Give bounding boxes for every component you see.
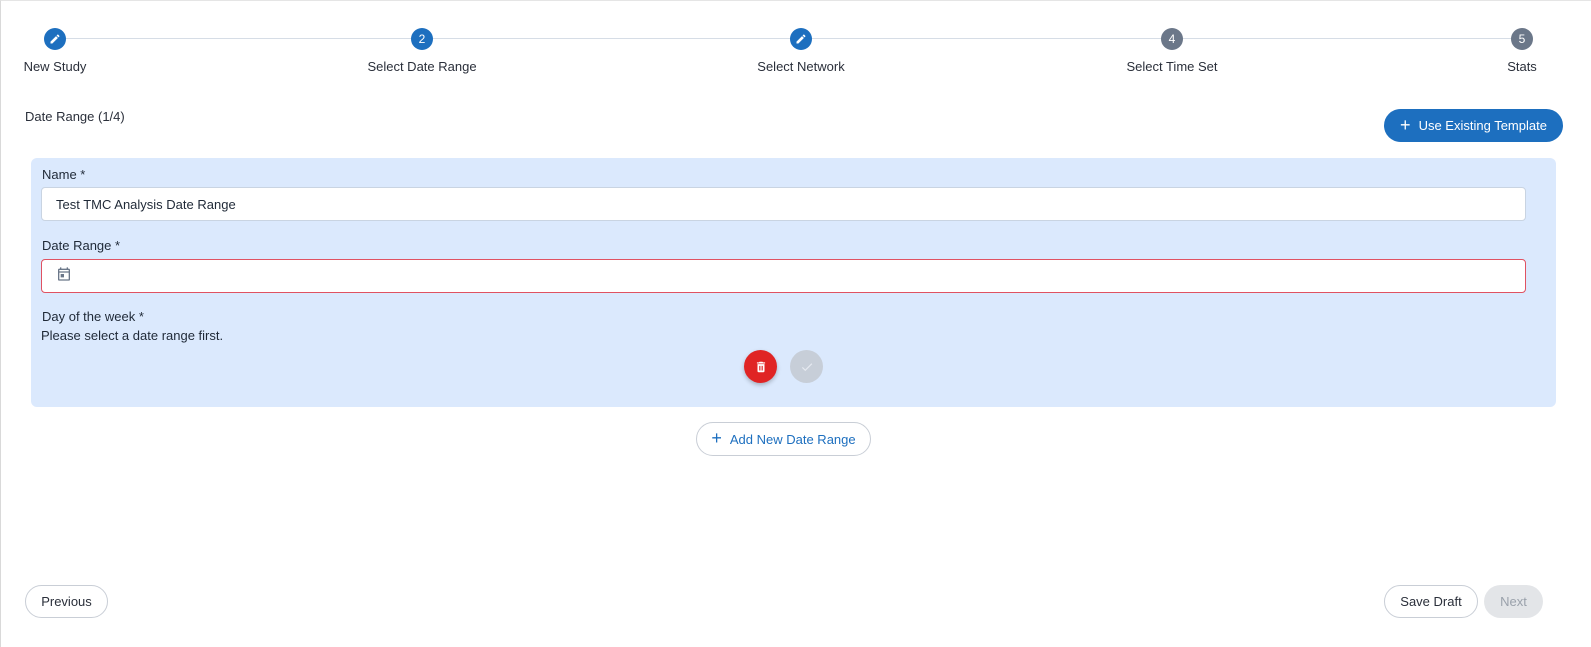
day-of-week-helper: Please select a date range first. (41, 328, 224, 343)
next-button[interactable]: Next (1484, 585, 1543, 618)
pencil-icon (790, 28, 812, 50)
day-of-week-label: Day of the week * (42, 309, 144, 324)
step-new-study[interactable]: New Study (23, 24, 87, 74)
button-label: Use Existing Template (1418, 118, 1547, 133)
pencil-icon (44, 28, 66, 50)
step-label: Select Time Set (1126, 59, 1218, 74)
button-label: Add New Date Range (729, 431, 856, 447)
section-title: Date Range (1/4) (25, 109, 125, 124)
delete-button[interactable] (744, 350, 777, 383)
step-label: Stats (1507, 59, 1537, 74)
trash-icon (756, 361, 765, 372)
step-label: New Study (23, 59, 87, 74)
calendar-icon[interactable] (56, 266, 72, 287)
stepper: New Study 2 Select Date Range Select Net… (0, 24, 1591, 84)
step-number: 2 (411, 28, 433, 50)
save-draft-button[interactable]: Save Draft (1384, 585, 1478, 618)
step-select-network[interactable]: Select Network (756, 24, 846, 74)
step-number: 4 (1161, 28, 1183, 50)
step-stats[interactable]: 5 Stats (1502, 24, 1542, 74)
plus-icon: + (711, 428, 722, 448)
date-range-input[interactable] (41, 259, 1526, 293)
date-range-label: Date Range * (42, 238, 121, 253)
step-label: Select Network (757, 59, 845, 74)
plus-icon: + (1400, 114, 1411, 135)
confirm-button[interactable] (790, 350, 823, 383)
step-select-date-range[interactable]: 2 Select Date Range (366, 24, 478, 74)
use-existing-template-button[interactable]: + Use Existing Template (1384, 109, 1563, 142)
previous-button[interactable]: Previous (25, 585, 108, 618)
check-icon (801, 362, 812, 371)
name-label: Name * (42, 167, 86, 182)
step-label: Select Date Range (367, 59, 477, 74)
date-range-card: Name * Test TMC Analysis Date Range Date… (31, 158, 1556, 407)
name-input-value: Test TMC Analysis Date Range (56, 196, 236, 212)
name-input[interactable]: Test TMC Analysis Date Range (41, 187, 1526, 221)
step-number: 5 (1511, 28, 1533, 50)
step-select-time-set[interactable]: 4 Select Time Set (1126, 24, 1218, 74)
add-new-date-range-button[interactable]: + Add New Date Range (696, 422, 871, 456)
